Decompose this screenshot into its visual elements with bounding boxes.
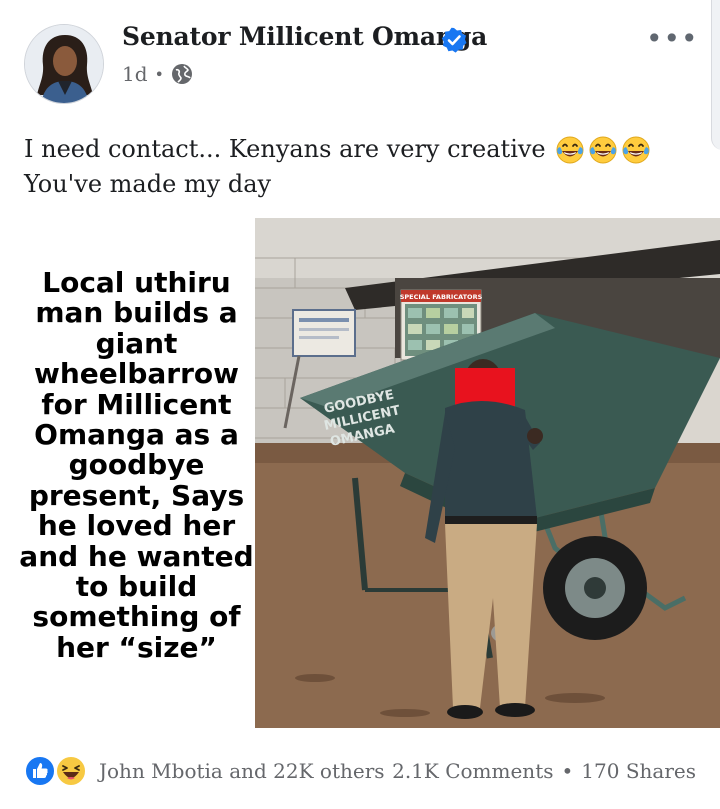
reactors-text[interactable]: John Mbotia and 22K others bbox=[99, 759, 385, 783]
caption-text-2: You've made my day bbox=[24, 170, 272, 198]
shares-count[interactable]: 170 Shares bbox=[581, 759, 696, 783]
caption-line-1: I need contact... Kenyans are very creat… bbox=[24, 132, 684, 167]
comments-count[interactable]: 2.1K Comments bbox=[392, 759, 553, 783]
caption-text-1: I need contact... Kenyans are very creat… bbox=[24, 135, 546, 163]
face-with-tears-of-joy-icon bbox=[622, 136, 650, 163]
author-name[interactable]: Senator Millicent Omanga bbox=[122, 22, 487, 51]
post-image[interactable]: Local uthiru man builds a giant wheelbar… bbox=[18, 218, 720, 728]
like-icon[interactable] bbox=[24, 755, 56, 787]
globe-icon[interactable] bbox=[171, 63, 193, 85]
post-time[interactable]: 1d bbox=[122, 62, 148, 86]
verified-badge-icon bbox=[441, 27, 467, 53]
meme-headline: Local uthiru man builds a giant wheelbar… bbox=[19, 266, 254, 664]
meta-separator: • bbox=[154, 64, 164, 84]
adjacent-card-edge bbox=[711, 0, 720, 150]
engagement-counts: 2.1K Comments • 170 Shares bbox=[392, 759, 696, 783]
avatar[interactable] bbox=[24, 24, 104, 104]
face-with-tears-of-joy-icon bbox=[589, 136, 617, 163]
profile-photo bbox=[25, 25, 103, 103]
post-footer: John Mbotia and 22K others 2.1K Comments… bbox=[0, 748, 720, 798]
shop-sign-text: SPECIAL FABRICATORS bbox=[400, 293, 483, 301]
counts-separator: • bbox=[561, 759, 574, 783]
post-caption: I need contact... Kenyans are very creat… bbox=[24, 132, 684, 202]
more-options-button[interactable]: ••• bbox=[646, 24, 698, 54]
post-meta: 1d • bbox=[122, 62, 193, 86]
face-with-tears-of-joy-icon bbox=[556, 136, 584, 163]
haha-icon[interactable] bbox=[55, 755, 87, 787]
wheelbarrow-photo: SPECIAL FABRICATORS GOODBYE MILLICENT OM… bbox=[255, 218, 720, 728]
caption-line-2: You've made my day bbox=[24, 167, 684, 202]
